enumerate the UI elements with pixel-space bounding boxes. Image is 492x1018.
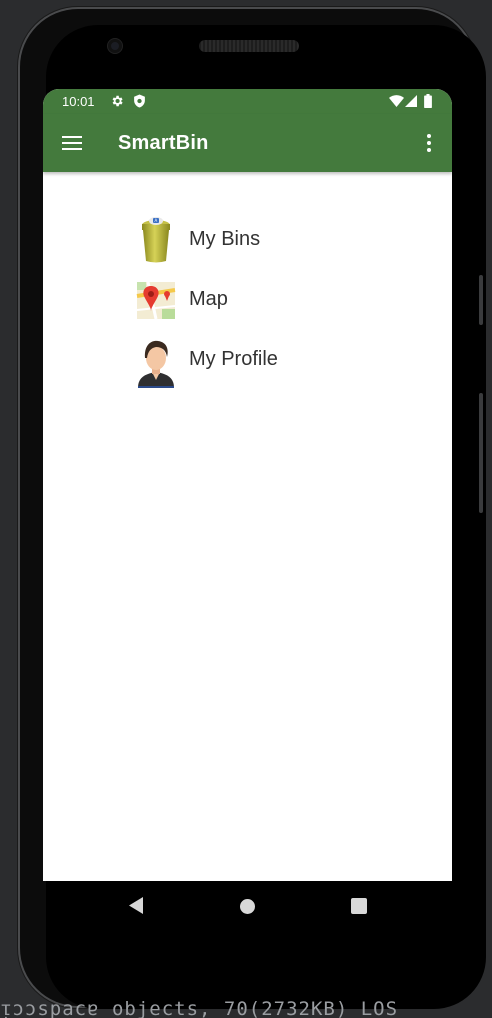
- menu-item-label: My Bins: [189, 228, 261, 250]
- menu-item-my-bins[interactable]: A My Bins: [136, 214, 376, 266]
- front-camera: [108, 39, 122, 53]
- menu-item-label: Map: [189, 288, 228, 310]
- app-screen: 10:01 SmartBin A My Bins Map My Profile: [43, 89, 452, 881]
- settings-gear-icon: [110, 94, 124, 111]
- trash-bin-icon: A: [136, 216, 176, 264]
- hamburger-menu-icon[interactable]: [62, 136, 82, 150]
- svg-text:A: A: [155, 218, 158, 223]
- app-toolbar: SmartBin: [43, 114, 452, 172]
- ide-console-output: ᴉɔɔspacɐ objects, 70(2732KB) LOS: [0, 1001, 399, 1018]
- volume-button[interactable]: [479, 275, 483, 325]
- map-pin-icon: [136, 276, 176, 324]
- overflow-menu-icon[interactable]: [423, 134, 435, 154]
- cellular-signal-icon: [405, 95, 417, 110]
- back-icon[interactable]: [129, 897, 143, 919]
- battery-icon: [424, 94, 432, 111]
- shield-icon: [133, 94, 146, 111]
- recents-icon[interactable]: [351, 898, 367, 919]
- menu-item-map[interactable]: Map: [136, 274, 376, 326]
- system-navigation-bar: [43, 881, 452, 931]
- status-time: 10:01: [62, 94, 95, 109]
- home-icon[interactable]: [240, 899, 255, 919]
- earpiece-speaker: [199, 40, 299, 52]
- status-bar: 10:01: [43, 89, 452, 114]
- menu-item-label: My Profile: [189, 348, 278, 370]
- app-title: SmartBin: [118, 132, 209, 154]
- menu-item-my-profile[interactable]: My Profile: [136, 334, 376, 388]
- power-button[interactable]: [479, 393, 483, 513]
- wifi-icon: [389, 95, 404, 110]
- profile-avatar-icon: [136, 336, 176, 388]
